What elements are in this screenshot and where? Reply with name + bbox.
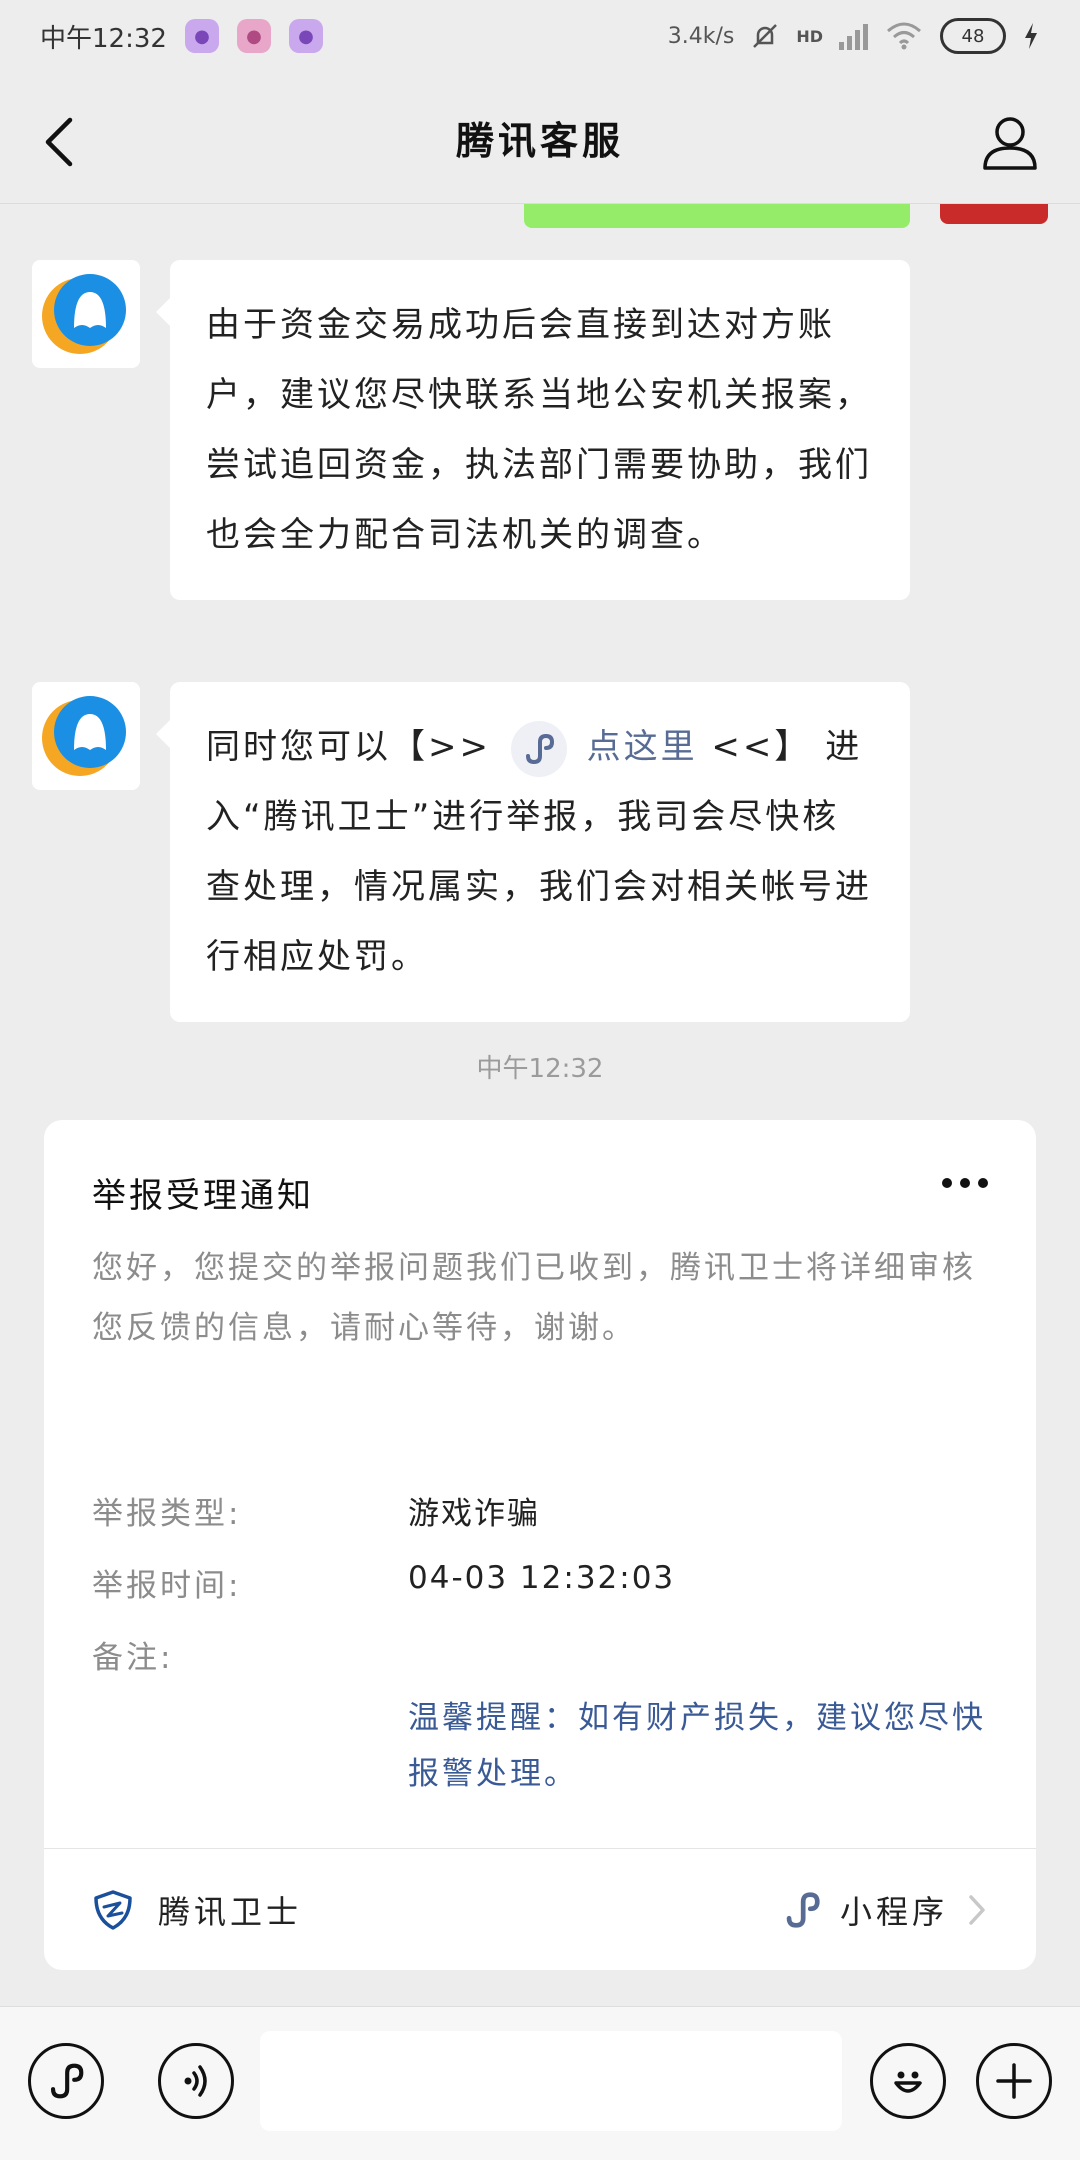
status-left: 中午12:32 ● ● ●	[40, 18, 323, 55]
voice-icon	[184, 2065, 207, 2097]
back-icon[interactable]	[36, 112, 86, 172]
field-label-type: 举报类型:	[92, 1496, 242, 1532]
field-label-remark: 备注:	[92, 1640, 174, 1676]
notification-app-icon: ●	[288, 19, 323, 53]
field-value-type: 游戏诈骗	[408, 1496, 540, 1532]
footer-brand: 腾讯卫士	[92, 1887, 302, 1933]
chat-timestamp: 中午12:32	[476, 1054, 604, 1084]
mini-program-tag[interactable]: 小程序	[782, 1887, 988, 1933]
hd-label: HD	[796, 26, 823, 46]
battery-level: 48	[961, 25, 985, 47]
notification-app-icon: ●	[236, 19, 271, 53]
message-input[interactable]	[260, 2031, 842, 2131]
outgoing-bubble-partial[interactable]	[524, 204, 910, 228]
status-time: 中午12:32	[40, 23, 167, 54]
qq-service-avatar-icon	[42, 274, 126, 354]
voice-button[interactable]	[158, 2043, 234, 2119]
avatar-partial[interactable]	[940, 204, 1048, 224]
title-bar: 腾讯客服	[0, 72, 1080, 204]
mini-program-button[interactable]	[28, 2043, 104, 2119]
battery-icon: 48	[940, 18, 1006, 54]
mute-icon	[753, 24, 778, 48]
plus-icon	[996, 2063, 1032, 2099]
avatar[interactable]	[32, 260, 140, 368]
click-here-link[interactable]: 点这里	[587, 727, 698, 767]
link-icon	[51, 2063, 84, 2099]
message-bubble[interactable]: 由于资金交易成功后会直接到达对方账户，建议您尽快联系当地公安机关报案，尝试追回资…	[156, 260, 910, 600]
network-speed: 3.4k/s	[667, 23, 735, 49]
smile-icon	[894, 2071, 922, 2093]
card-description: 您好，您提交的举报问题我们已收到，腾讯卫士将详细审核您反馈的信息，请耐心等待，谢…	[92, 1250, 976, 1346]
page-title: 腾讯客服	[455, 119, 624, 163]
chat-input-bar	[0, 2006, 1080, 2160]
charging-icon	[1025, 23, 1037, 49]
status-bar: 中午12:32 ● ● ● 3.4k/s HD 48	[0, 0, 1080, 72]
card-footer[interactable]: 腾讯卫士 小程序	[44, 1849, 1036, 1970]
card-title: 举报受理通知	[92, 1176, 314, 1216]
message-prefix: 同时您可以【>>	[206, 727, 491, 767]
qq-service-avatar-icon	[42, 696, 126, 776]
incoming-message: 同时您可以【>> 点这里 <<】 进入“腾讯卫士”进行举报，我司会尽快核查处理，…	[32, 682, 910, 1022]
status-right: 3.4k/s HD 48	[668, 18, 1040, 54]
field-label-time: 举报时间:	[92, 1568, 242, 1604]
shield-icon	[94, 1889, 132, 1930]
chevron-right-icon	[969, 1894, 985, 1925]
footer-brand-name: 腾讯卫士	[158, 1892, 303, 1931]
person-icon[interactable]	[980, 112, 1040, 172]
signal-icon	[839, 22, 868, 50]
incoming-message: 由于资金交易成功后会直接到达对方账户，建议您尽快联系当地公安机关报案，尝试追回资…	[32, 260, 910, 600]
add-button[interactable]	[976, 2043, 1052, 2119]
message-link-suffix: <<】	[711, 727, 812, 767]
notification-app-icon: ●	[184, 19, 219, 53]
link-icon	[786, 1891, 820, 1928]
report-notice-card[interactable]: 举报受理通知 您好，您提交的举报问题我们已收到，腾讯卫士将详细审核您反馈的信息，…	[44, 1120, 1036, 1970]
wifi-icon	[887, 22, 921, 50]
emoji-button[interactable]	[870, 2043, 946, 2119]
warm-reminder-note: 温馨提醒：如有财产损失，建议您尽快报警处理。	[408, 1700, 986, 1792]
more-dots-icon[interactable]	[942, 1178, 988, 1188]
avatar[interactable]	[32, 682, 140, 790]
mini-program-link-icon[interactable]	[510, 720, 567, 777]
message-bubble[interactable]: 同时您可以【>> 点这里 <<】 进入“腾讯卫士”进行举报，我司会尽快核查处理，…	[156, 682, 910, 1022]
field-value-time: 04-03 12:32:03	[408, 1560, 676, 1596]
mini-program-label: 小程序	[839, 1892, 948, 1931]
message-text: 由于资金交易成功后会直接到达对方账户，建议您尽快联系当地公安机关报案，尝试追回资…	[206, 305, 872, 555]
